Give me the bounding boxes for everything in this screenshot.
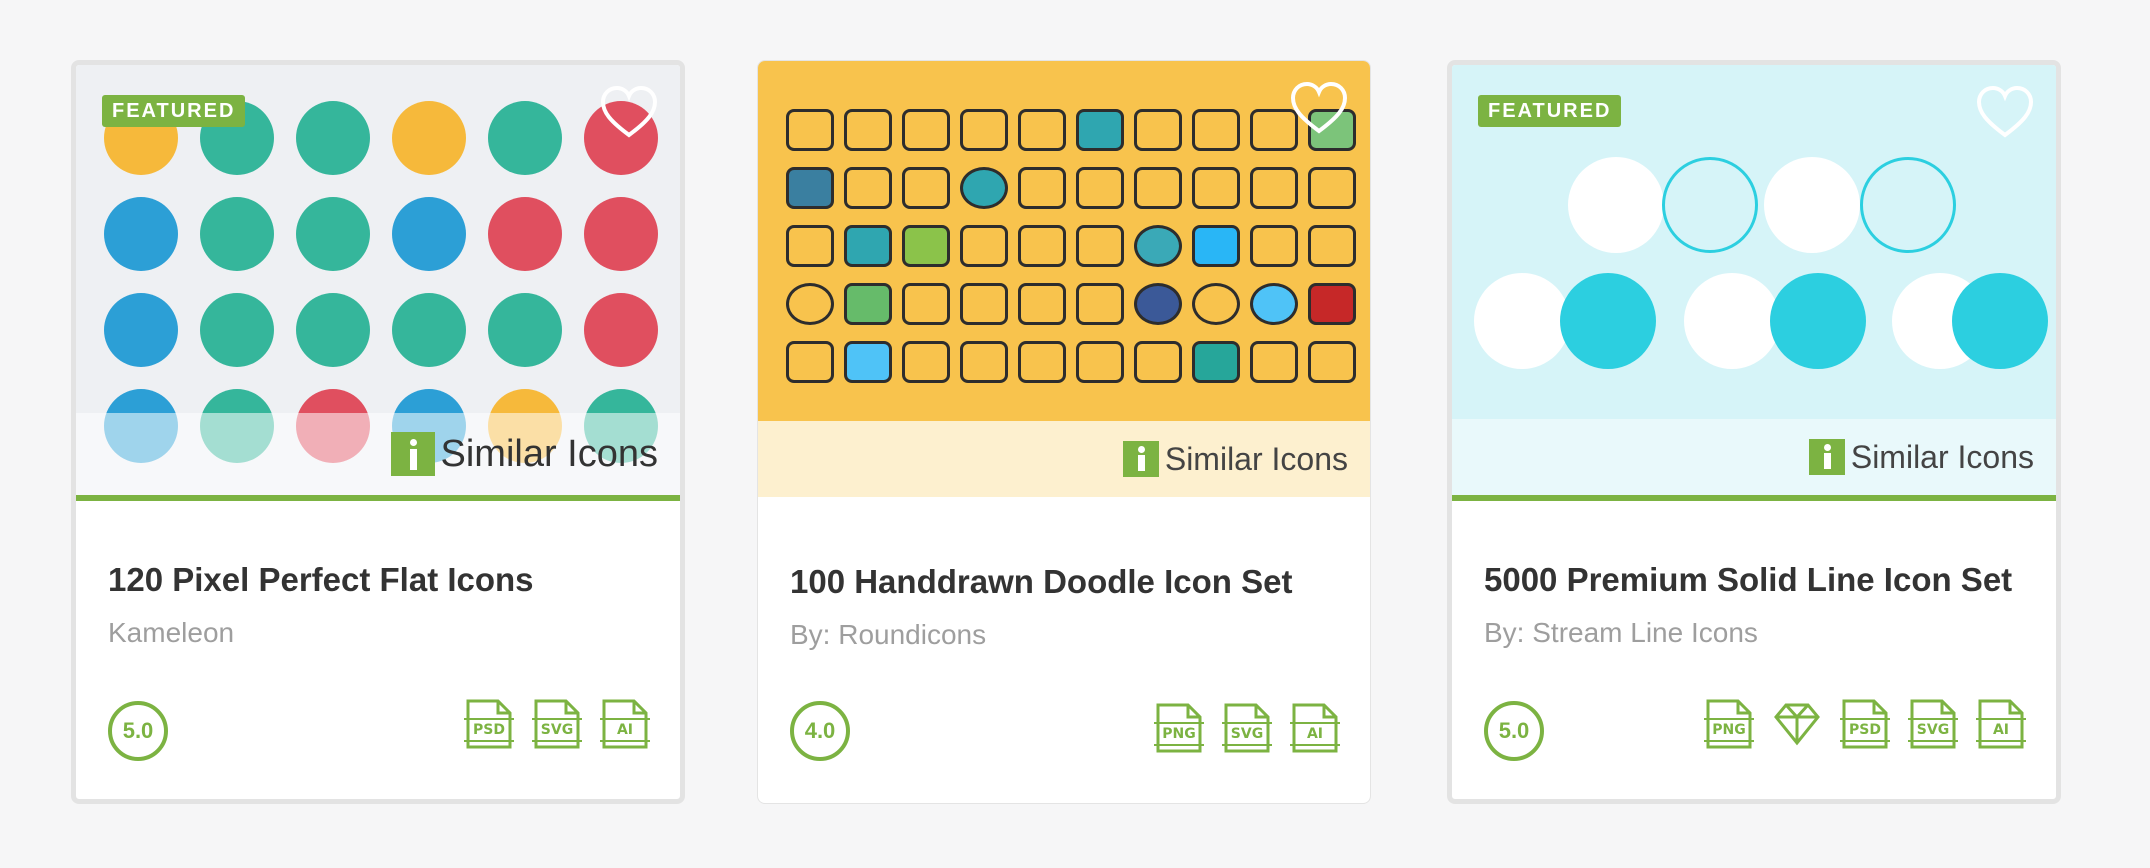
heart-outline-icon[interactable] xyxy=(600,85,658,139)
card-thumbnail[interactable]: FEATURED Similar Icons xyxy=(76,65,680,501)
file-formats: PNG SVG AI xyxy=(1152,701,1342,755)
heart-outline-icon[interactable] xyxy=(1976,85,2034,139)
file-format-icon: PSD xyxy=(462,697,516,751)
file-format-icon: SVG xyxy=(1906,697,1960,751)
featured-badge: FEATURED xyxy=(1478,95,1622,127)
file-format-icon: PNG xyxy=(1152,701,1206,755)
file-format-icon: AI xyxy=(598,697,652,751)
icon-set-card[interactable]: FEATURED Similar Icons 120 Pixel Perfect… xyxy=(71,60,685,804)
rating-badge: 5.0 xyxy=(1484,701,1544,761)
file-format-icon: AI xyxy=(1288,701,1342,755)
card-thumbnail[interactable]: FEATURED Similar Icons xyxy=(1452,65,2056,501)
card-author[interactable]: By: Stream Line Icons xyxy=(1484,617,1758,649)
similar-icons-logo xyxy=(390,432,435,476)
card-author[interactable]: Kameleon xyxy=(108,617,234,649)
file-formats: PNG PSD SVG AI xyxy=(1702,697,2028,751)
similar-icons-logo xyxy=(1808,439,1845,475)
similar-icons-strip[interactable]: Similar Icons xyxy=(1452,419,2056,495)
similar-icons-label: Similar Icons xyxy=(440,432,659,475)
card-title[interactable]: 100 Handdrawn Doodle Icon Set xyxy=(790,563,1292,601)
rating-badge: 5.0 xyxy=(108,701,168,761)
similar-icons-strip[interactable]: Similar Icons xyxy=(758,421,1370,497)
similar-icons-label: Similar Icons xyxy=(1164,440,1348,477)
featured-badge: FEATURED xyxy=(102,95,246,127)
similar-icons-strip[interactable]: Similar Icons xyxy=(76,413,680,495)
icon-set-card[interactable]: Similar Icons 100 Handdrawn Doodle Icon … xyxy=(757,60,1371,804)
file-format-icon: AI xyxy=(1974,697,2028,751)
icon-set-grid: FEATURED Similar Icons 120 Pixel Perfect… xyxy=(0,0,2150,868)
icon-set-card[interactable]: FEATURED Similar Icons 5000 Premium Soli… xyxy=(1447,60,2061,804)
card-title[interactable]: 5000 Premium Solid Line Icon Set xyxy=(1484,561,2012,599)
file-formats: PSD SVG AI xyxy=(462,697,652,751)
file-format-icon: SVG xyxy=(530,697,584,751)
heart-outline-icon[interactable] xyxy=(1290,81,1348,135)
file-format-icon: SVG xyxy=(1220,701,1274,755)
file-format-icon: PSD xyxy=(1838,697,1892,751)
card-title[interactable]: 120 Pixel Perfect Flat Icons xyxy=(108,561,534,599)
rating-badge: 4.0 xyxy=(790,701,850,761)
similar-icons-label: Similar Icons xyxy=(1850,438,2034,475)
file-format-icon: PNG xyxy=(1702,697,1756,751)
card-thumbnail[interactable]: Similar Icons xyxy=(758,61,1370,497)
card-author[interactable]: By: Roundicons xyxy=(790,619,986,651)
similar-icons-logo xyxy=(1122,441,1159,477)
diamond-icon xyxy=(1770,697,1824,751)
